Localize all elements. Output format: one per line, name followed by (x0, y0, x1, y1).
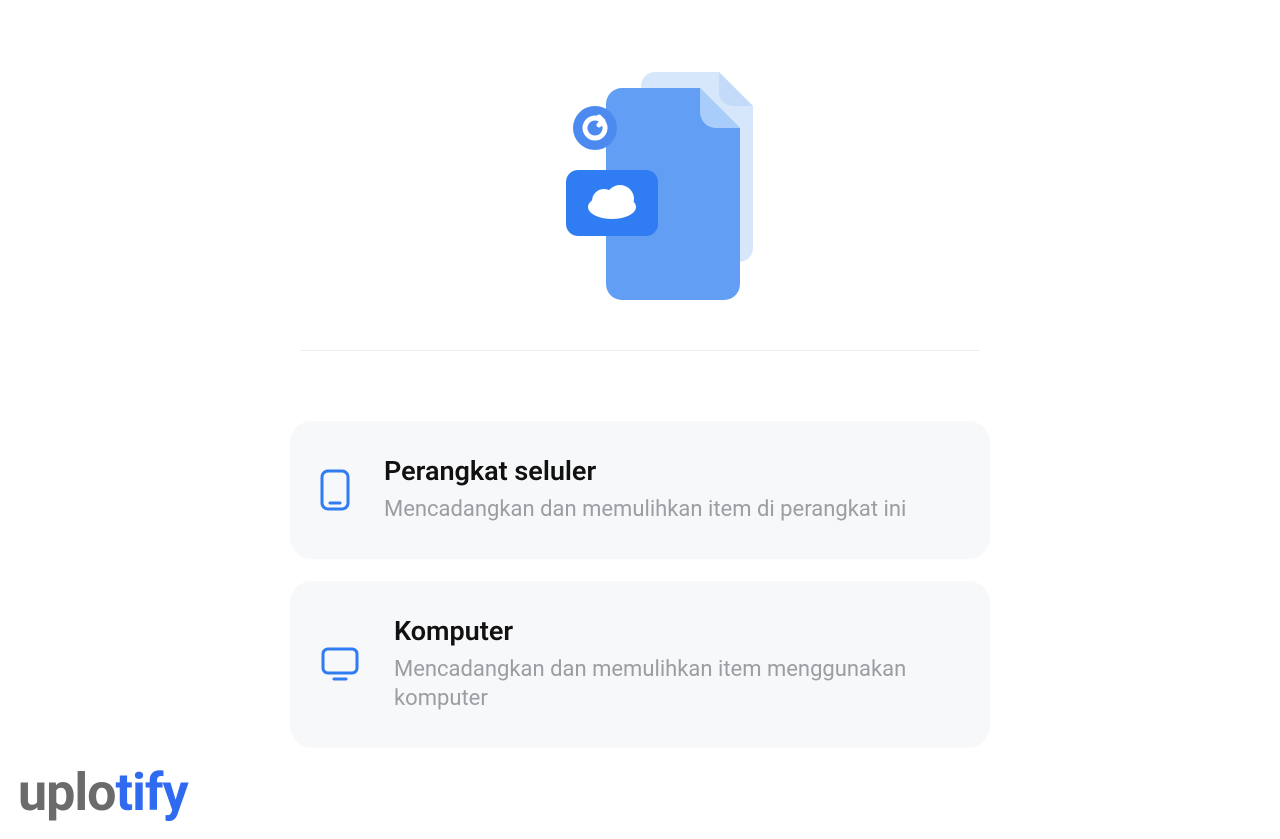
option-description: Mencadangkan dan memulihkan item di pera… (384, 495, 950, 525)
monitor-icon (320, 646, 360, 682)
option-computer[interactable]: Komputer Mencadangkan dan memulihkan ite… (290, 581, 990, 748)
option-mobile-device[interactable]: Perangkat seluler Mencadangkan dan memul… (290, 421, 990, 559)
option-title: Komputer (394, 615, 950, 647)
backup-illustration (290, 30, 990, 310)
option-description: Mencadangkan dan memulihkan item menggun… (394, 655, 950, 714)
option-title: Perangkat seluler (384, 455, 950, 487)
mobile-icon (320, 469, 350, 511)
watermark-part-2: tify (116, 762, 188, 823)
watermark-logo: uplotify (18, 762, 188, 823)
section-divider (300, 350, 980, 351)
watermark-part-1: uplo (18, 762, 116, 823)
